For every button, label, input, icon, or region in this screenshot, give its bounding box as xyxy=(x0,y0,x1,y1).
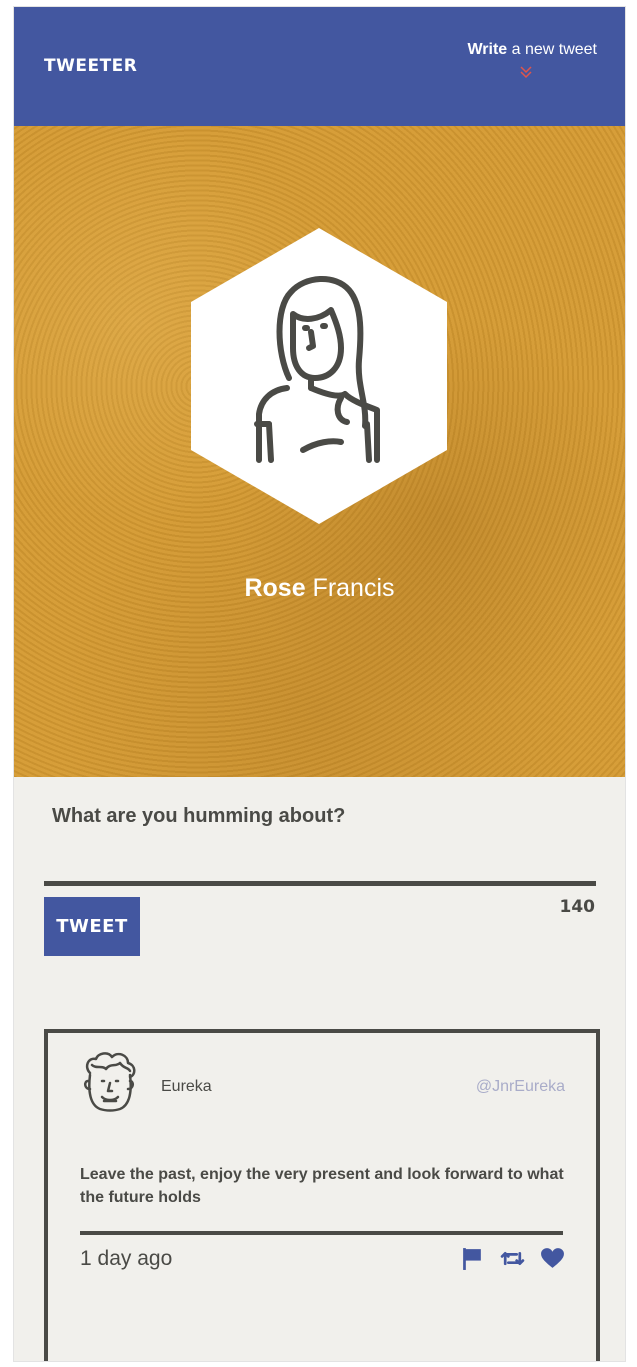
profile-hero: Rose Francis xyxy=(14,126,625,777)
woman-avatar-icon xyxy=(191,228,447,524)
tweet-card: Eureka @JnrEureka Leave the past, enjoy … xyxy=(44,1029,600,1361)
compose-link-rest: a new tweet xyxy=(507,41,597,58)
tweet-author-handle[interactable]: @JnrEureka xyxy=(476,1078,565,1096)
heart-icon[interactable] xyxy=(540,1246,565,1271)
curly-haired-man-avatar-icon xyxy=(84,1052,136,1112)
brand-logo[interactable]: TWEETER xyxy=(44,56,137,76)
chevron-double-down-icon xyxy=(520,66,532,79)
tweet-divider xyxy=(80,1231,563,1235)
tweet-text: Leave the past, enjoy the very present a… xyxy=(80,1166,564,1206)
top-nav: TWEETER Write a new tweet xyxy=(14,7,625,126)
app-frame: TWEETER Write a new tweet Rose Francis W… xyxy=(14,7,625,1361)
first-name: Rose xyxy=(244,574,306,602)
tweet-author-name: Eureka xyxy=(161,1078,212,1095)
retweet-icon[interactable] xyxy=(500,1246,525,1271)
tweet-input[interactable] xyxy=(44,835,596,886)
write-new-tweet-link[interactable]: Write a new tweet xyxy=(467,41,597,79)
char-counter: 140 xyxy=(559,897,596,917)
tweet-timestamp: 1 day ago xyxy=(80,1247,173,1270)
tweet-actions xyxy=(460,1246,565,1271)
tweet-button[interactable]: TWEET xyxy=(44,897,140,956)
last-name: Francis xyxy=(305,574,395,602)
compose-link-strong: Write xyxy=(467,41,508,58)
flag-icon[interactable] xyxy=(460,1246,485,1271)
compose-label: What are you humming about? xyxy=(52,805,346,827)
profile-name: Rose Francis xyxy=(14,574,625,603)
